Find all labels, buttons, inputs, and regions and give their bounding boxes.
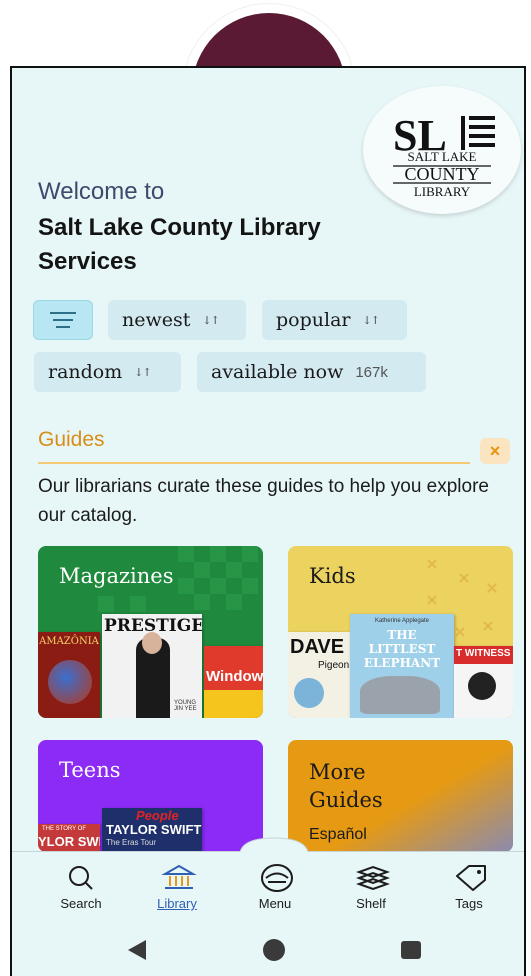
sort-popular-chip[interactable]: popular ↓↑ — [262, 300, 407, 340]
book-cover: T WITNESS — [454, 646, 513, 718]
tag-icon — [456, 865, 486, 891]
sort-icon: ↓↑ — [202, 313, 219, 327]
library-logo-line2: COUNTY — [405, 164, 480, 184]
guide-card-magazines[interactable]: Magazines AMAZÔNIA PRESTIGE YOUNG JIN YE… — [38, 546, 263, 718]
card-title: More Guides — [309, 760, 383, 812]
library-logo-line3: LIBRARY — [414, 184, 471, 199]
guide-card-kids[interactable]: Kids DAVE Pigeon Katherine Applegate THE… — [288, 546, 513, 718]
sort-icon: ↓↑ — [134, 365, 151, 379]
bottom-nav: Search Library Menu Shelf Tags — [12, 837, 524, 922]
library-logo-line1: SALT LAKE — [408, 149, 477, 164]
system-nav-bar — [12, 922, 524, 972]
library-icon — [161, 864, 197, 889]
book-cover: DAVE Pigeon — [288, 632, 350, 718]
nav-label: Shelf — [356, 896, 386, 911]
filter-button[interactable] — [33, 300, 93, 340]
nav-label: Menu — [258, 896, 292, 911]
available-now-chip[interactable]: available now 167k — [197, 352, 426, 392]
back-icon[interactable] — [128, 940, 146, 960]
chip-label: newest — [122, 309, 191, 331]
sort-random-chip[interactable]: random ↓↑ — [34, 352, 181, 392]
chip-label: random — [48, 361, 123, 383]
guides-divider — [38, 462, 470, 464]
shelf-icon — [356, 865, 390, 891]
sort-icon: ↓↑ — [362, 313, 380, 327]
nav-label: Search — [60, 896, 102, 911]
welcome-text: Welcome to — [38, 178, 165, 205]
card-title: Kids — [309, 564, 356, 588]
available-count: 167k — [355, 363, 388, 381]
library-logo: SL SALT LAKE COUNTY LIBRARY — [363, 86, 521, 214]
card-title: Teens — [59, 758, 121, 782]
magazine-cover: Window — [204, 646, 263, 718]
chip-label: popular — [276, 309, 351, 331]
card-title: Magazines — [59, 564, 174, 588]
magazine-cover: PRESTIGE YOUNG JIN YEE — [102, 614, 202, 718]
magazine-cover: AMAZÔNIA — [38, 632, 100, 718]
guides-close-button[interactable]: × — [480, 438, 510, 464]
book-cover: Katherine Applegate THE LITTLEST ELEPHAN… — [350, 614, 454, 718]
library-name: Salt Lake County Library Services — [38, 214, 321, 275]
guides-heading: Guides — [38, 428, 105, 451]
home-icon[interactable] — [263, 939, 285, 961]
recents-icon[interactable] — [401, 941, 421, 959]
menu-icon — [261, 864, 293, 892]
nav-label: Library — [157, 896, 197, 911]
nav-label: Tags — [455, 896, 483, 911]
sort-newest-chip[interactable]: newest ↓↑ — [108, 300, 246, 340]
search-icon — [69, 866, 93, 890]
guides-description: Our librarians curate these guides to he… — [38, 476, 489, 526]
chip-label: available now — [211, 361, 344, 383]
